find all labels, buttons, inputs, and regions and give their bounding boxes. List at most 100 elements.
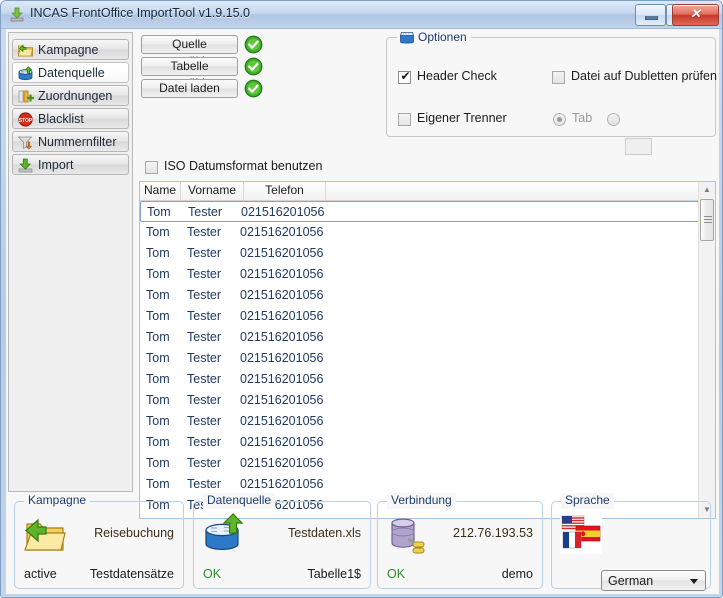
table-row[interactable]: Tom Tester 021516201056 <box>140 285 699 306</box>
cell-telefon: 021516201056 <box>240 330 324 344</box>
sidebar-item-import[interactable]: Import <box>12 154 129 175</box>
sidebar-item-blacklist[interactable]: STOP Blacklist <box>12 108 129 129</box>
separator-tab-radio[interactable] <box>553 113 566 126</box>
vertical-scrollbar[interactable]: ▲ ▼ <box>698 182 715 518</box>
close-button[interactable]: ✕ <box>672 4 719 26</box>
cell-telefon: 021516201056 <box>240 246 324 260</box>
cell-telefon: 021516201056 <box>240 435 324 449</box>
cell-name: Tom <box>146 267 170 281</box>
scroll-up-icon[interactable]: ▲ <box>699 182 715 198</box>
options-box-icon <box>399 29 415 45</box>
table-row[interactable]: Tom Tester 021516201056 <box>140 306 699 327</box>
green-check-icon <box>244 35 263 54</box>
sidebar-item-kampagne[interactable]: Kampagne <box>12 39 129 60</box>
radio-dot-icon <box>557 117 562 122</box>
column-header-filler <box>326 182 699 200</box>
kampagne-state: active <box>24 567 57 581</box>
sidebar-item-label: Blacklist <box>38 112 84 126</box>
sidebar-item-label: Nummernfilter <box>38 135 117 149</box>
cell-vorname: Tester <box>187 393 222 407</box>
window-title: INCAS FrontOffice ImportTool v1.9.15.0 <box>30 6 251 20</box>
cell-name: Tom <box>146 330 170 344</box>
table-row[interactable]: Tom Tester 021516201056 <box>140 453 699 474</box>
cell-vorname: Tester <box>187 288 222 302</box>
columns-plus-icon <box>17 88 35 105</box>
scrollbar-thumb[interactable] <box>700 199 714 241</box>
cell-vorname: Tester <box>187 435 222 449</box>
status-group-kampagne: Kampagne Reisebuchung active Testdatensä… <box>14 493 184 589</box>
verbindung-group-title: Verbindung <box>387 493 456 509</box>
separator-custom-radio[interactable] <box>607 113 620 126</box>
table-row[interactable]: Tom Tester 021516201056 <box>140 390 699 411</box>
cell-vorname: Tester <box>187 309 222 323</box>
table-row[interactable]: Tom Tester 021516201056 <box>140 222 699 243</box>
table-row[interactable]: Tom Tester 021516201056 <box>140 474 699 495</box>
table-row[interactable]: Tom Tester 021516201056 <box>140 327 699 348</box>
header-check-checkbox[interactable]: ✔ <box>398 69 411 84</box>
table-row[interactable]: Tom Tester 021516201056 <box>140 432 699 453</box>
options-group-title: Optionen <box>397 29 471 45</box>
column-header-telefon[interactable]: Telefon <box>244 182 326 200</box>
folder-arrow-icon <box>23 515 67 558</box>
cell-name: Tom <box>146 435 170 449</box>
header-check-label: Header Check <box>417 69 497 83</box>
cell-name: Tom <box>147 205 171 219</box>
language-select[interactable]: German <box>601 570 706 591</box>
cell-vorname: Tester <box>187 414 222 428</box>
cell-telefon: 021516201056 <box>240 372 324 386</box>
language-selected-value: German <box>608 574 654 588</box>
own-separator-label: Eigener Trenner <box>417 111 507 125</box>
table-row[interactable]: Tom Tester 021516201056 <box>140 348 699 369</box>
table-row[interactable]: Tom Tester 021516201056 <box>140 201 699 222</box>
cell-telefon: 021516201056 <box>240 309 324 323</box>
cell-vorname: Tester <box>187 330 222 344</box>
select-source-button[interactable]: Quelle auswählen <box>141 35 238 68</box>
status-group-verbindung: Verbindung 212.76.193.53 OK demo <box>377 493 543 589</box>
download-arrow-icon <box>17 157 34 174</box>
cell-telefon: 021516201056 <box>240 267 324 281</box>
green-check-icon <box>244 57 263 76</box>
kampagne-detail: Testdatensätze <box>89 567 174 581</box>
cell-telefon: 021516201056 <box>241 205 325 219</box>
kampagne-group-title: Kampagne <box>24 493 91 509</box>
cell-vorname: Tester <box>187 225 222 239</box>
datenquelle-file: Testdaten.xls <box>288 526 361 540</box>
minimize-button[interactable] <box>635 4 666 26</box>
sidebar-item-datenquelle[interactable]: Datenquelle <box>12 62 129 83</box>
cell-name: Tom <box>146 225 170 239</box>
data-grid[interactable]: Name Vorname Telefon Tom Tester 0215162010… <box>139 181 716 519</box>
table-row[interactable]: Tom Tester 021516201056 <box>140 264 699 285</box>
table-row[interactable]: Tom Tester 021516201056 <box>140 369 699 390</box>
cell-telefon: 021516201056 <box>240 393 324 407</box>
cell-name: Tom <box>146 456 170 470</box>
sidebar-item-label: Import <box>38 158 74 172</box>
table-row[interactable]: Tom Tester 021516201056 <box>140 243 699 264</box>
duplicates-check-checkbox[interactable] <box>552 71 565 84</box>
folder-arrow-icon <box>17 42 34 59</box>
cell-name: Tom <box>146 288 170 302</box>
select-table-button[interactable]: Tabelle auswählen <box>141 57 238 90</box>
cell-telefon: 021516201056 <box>240 225 324 239</box>
table-row[interactable]: Tom Tester 021516201056 <box>140 411 699 432</box>
verbindung-state: OK <box>387 567 406 581</box>
iso-date-checkbox[interactable] <box>145 161 158 174</box>
grip-icon <box>704 216 712 223</box>
funnel-arrow-icon <box>17 134 34 151</box>
cell-name: Tom <box>146 477 170 491</box>
own-separator-checkbox[interactable] <box>398 113 411 126</box>
separator-custom-input[interactable] <box>625 138 652 155</box>
verbindung-host: 212.76.193.53 <box>453 526 533 540</box>
column-header-name[interactable]: Name <box>140 182 181 200</box>
cell-name: Tom <box>146 393 170 407</box>
checkmark-icon: ✔ <box>400 69 411 83</box>
cell-telefon: 021516201056 <box>240 414 324 428</box>
sidebar-item-label: Datenquelle <box>38 66 105 80</box>
sidebar-item-zuordnungen[interactable]: Zuordnungen <box>12 85 129 106</box>
svg-text:STOP: STOP <box>19 118 33 124</box>
load-file-button[interactable]: Datei laden <box>141 79 238 98</box>
column-header-vorname[interactable]: Vorname <box>181 182 244 200</box>
sidebar: Kampagne Datenquelle Zuordnungen STOP Bl… <box>8 32 133 492</box>
sidebar-item-nummernfilter[interactable]: Nummernfilter <box>12 131 129 152</box>
grid-header-row: Name Vorname Telefon <box>140 182 715 201</box>
green-check-icon <box>244 79 263 98</box>
